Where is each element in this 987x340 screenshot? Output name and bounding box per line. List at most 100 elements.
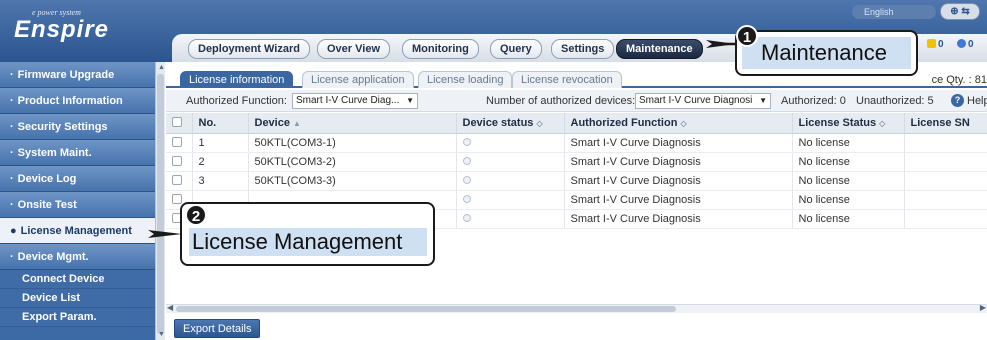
- chevron-down-icon: ▼: [759, 96, 767, 105]
- alarm-info[interactable]: 0: [957, 39, 974, 50]
- tab-monitoring[interactable]: Monitoring: [402, 39, 479, 59]
- authorized-count: Authorized: 0: [781, 95, 846, 107]
- table-horizontal-scrollbar[interactable]: ◀ ▶: [166, 303, 987, 313]
- row-authorized-function: Smart I-V Curve Diagnosis: [564, 133, 793, 153]
- scroll-down-icon[interactable]: ▼: [158, 331, 165, 338]
- row-no: 3: [192, 171, 249, 191]
- row-checkbox[interactable]: [172, 155, 182, 166]
- logo-title: Enspire: [14, 16, 110, 43]
- column-header-license-status[interactable]: License Status ◇: [792, 113, 905, 134]
- table-row[interactable]: 3 50KTL(COM3-3) Smart I-V Curve Diagnosi…: [166, 171, 987, 191]
- sidebar-item-security-settings[interactable]: · Security Settings: [0, 114, 155, 140]
- subtab-license-application[interactable]: License application: [302, 71, 414, 88]
- sidebar-item-label: Security Settings: [17, 121, 108, 133]
- callout-number-2: 2: [185, 204, 207, 226]
- sidebar-item-firmware-upgrade[interactable]: · Firmware Upgrade: [0, 62, 155, 88]
- subtab-license-revocation[interactable]: License revocation: [512, 71, 622, 88]
- authorized-devices-label: Number of authorized devices:: [486, 95, 636, 107]
- sidebar-scrollbar[interactable]: ▲ ▼: [155, 62, 165, 340]
- sidebar-item-system-maint[interactable]: · System Maint.: [0, 140, 155, 166]
- sidebar-item-label: Device Mgmt.: [17, 251, 89, 263]
- language-select[interactable]: English: [852, 5, 936, 19]
- alarm-minor-count: 0: [938, 39, 944, 50]
- column-header-license-sn[interactable]: License SN: [904, 113, 987, 134]
- sort-icon[interactable]: ◇: [879, 119, 885, 128]
- row-license-status: No license: [792, 190, 905, 210]
- tab-query[interactable]: Query: [490, 39, 542, 59]
- bullet-icon: ●: [10, 225, 17, 237]
- authorized-function-value: Smart I-V Curve Diag...: [296, 95, 400, 106]
- export-details-button[interactable]: Export Details: [174, 319, 261, 338]
- sidebar-subitem-connect-device[interactable]: Connect Device: [0, 270, 155, 289]
- device-status-icon: [462, 156, 471, 165]
- sidebar-item-label: Product Information: [17, 95, 123, 107]
- callout-maintenance-text: Maintenance: [761, 40, 887, 65]
- callout-number-1: 1: [736, 25, 758, 47]
- scroll-left-icon[interactable]: ◀: [167, 303, 173, 312]
- sidebar-item-product-information[interactable]: · Product Information: [0, 88, 155, 114]
- sidebar-item-label: Onsite Test: [17, 199, 77, 211]
- select-all-cell[interactable]: [166, 113, 193, 134]
- alarm-minor[interactable]: 0: [927, 39, 944, 50]
- tab-overview[interactable]: Over View: [317, 39, 390, 59]
- column-header-device-status[interactable]: Device status ◇: [456, 113, 565, 134]
- bullet-icon: ·: [10, 251, 14, 263]
- bullet-icon: ·: [10, 199, 14, 211]
- table-row[interactable]: 1 50KTL(COM3-1) Smart I-V Curve Diagnosi…: [166, 133, 987, 153]
- row-checkbox[interactable]: [172, 174, 182, 185]
- help-icon[interactable]: ?: [951, 94, 964, 107]
- row-license-status: No license: [792, 152, 905, 172]
- sidebar-item-license-management[interactable]: ● License Management: [0, 218, 155, 244]
- sort-icon[interactable]: ◇: [536, 119, 542, 128]
- chevron-down-icon: ▼: [406, 96, 414, 105]
- sort-icon[interactable]: ◇: [680, 119, 686, 128]
- subtab-license-information[interactable]: License information: [180, 71, 294, 88]
- select-all-checkbox[interactable]: [172, 116, 182, 127]
- row-checkbox[interactable]: [172, 136, 182, 147]
- row-license-status: No license: [792, 171, 905, 191]
- row-authorized-function: Smart I-V Curve Diagnosis: [564, 152, 793, 172]
- device-status-icon: [462, 175, 471, 184]
- tab-deployment-wizard[interactable]: Deployment Wizard: [188, 39, 310, 59]
- device-status-icon: [462, 137, 471, 146]
- sidebar-subitem-device-list[interactable]: Device List: [0, 289, 155, 308]
- scrollbar-thumb[interactable]: [157, 74, 164, 334]
- authorized-devices-value: Smart I-V Curve Diagnosi: [639, 95, 753, 106]
- row-device: 50KTL(COM3-3): [248, 171, 457, 191]
- table-header-row: No. Device ▲ Device status ◇ Authorized Fu…: [166, 113, 987, 134]
- scrollbar-thumb[interactable]: [176, 306, 676, 312]
- tab-settings[interactable]: Settings: [551, 39, 615, 59]
- authorized-function-select[interactable]: Smart I-V Curve Diag... ▼: [292, 93, 418, 109]
- column-header-authorized-function-label: Authorized Function: [570, 116, 678, 129]
- unauthorized-count: Unauthorized: 5: [856, 95, 934, 107]
- subtab-license-loading[interactable]: License loading: [418, 71, 513, 88]
- sidebar-item-device-mgmt[interactable]: · Device Mgmt.: [0, 244, 155, 270]
- authorized-devices-select[interactable]: Smart I-V Curve Diagnosi ▼: [635, 93, 771, 109]
- column-header-no[interactable]: No.: [192, 113, 249, 134]
- callout-license-management: License Management: [180, 202, 435, 266]
- scroll-up-icon[interactable]: ▲: [158, 64, 165, 71]
- row-license-status: No license: [792, 133, 905, 153]
- bullet-icon: ·: [10, 173, 14, 185]
- bullet-icon: ·: [10, 69, 14, 81]
- sidebar-item-label: License Management: [20, 225, 132, 237]
- sidebar-item-label: Firmware Upgrade: [17, 69, 115, 81]
- tab-maintenance[interactable]: Maintenance: [616, 39, 703, 59]
- header-toolbar-icons[interactable]: ⊕ ⇆: [940, 3, 980, 20]
- sidebar-subitem-export-param[interactable]: Export Param.: [0, 308, 155, 327]
- sidebar-item-device-log[interactable]: · Device Log: [0, 166, 155, 192]
- row-authorized-function: Smart I-V Curve Diagnosis: [564, 190, 793, 210]
- sidebar-item-label: Device Log: [17, 173, 77, 185]
- row-checkbox[interactable]: [172, 193, 182, 204]
- row-license-sn: [904, 209, 987, 229]
- column-header-authorized-function[interactable]: Authorized Function ◇: [564, 113, 793, 134]
- sort-up-icon[interactable]: ▲: [293, 119, 301, 128]
- help-link[interactable]: Help: [967, 95, 987, 107]
- row-authorized-function: Smart I-V Curve Diagnosis: [564, 209, 793, 229]
- sidebar-item-onsite-test[interactable]: · Onsite Test: [0, 192, 155, 218]
- table-row[interactable]: 2 50KTL(COM3-2) Smart I-V Curve Diagnosi…: [166, 152, 987, 172]
- column-header-device[interactable]: Device ▲: [248, 113, 457, 134]
- scroll-right-icon[interactable]: ▶: [980, 303, 986, 312]
- main-content: License information License application …: [166, 62, 987, 340]
- column-header-device-label: Device: [254, 116, 290, 129]
